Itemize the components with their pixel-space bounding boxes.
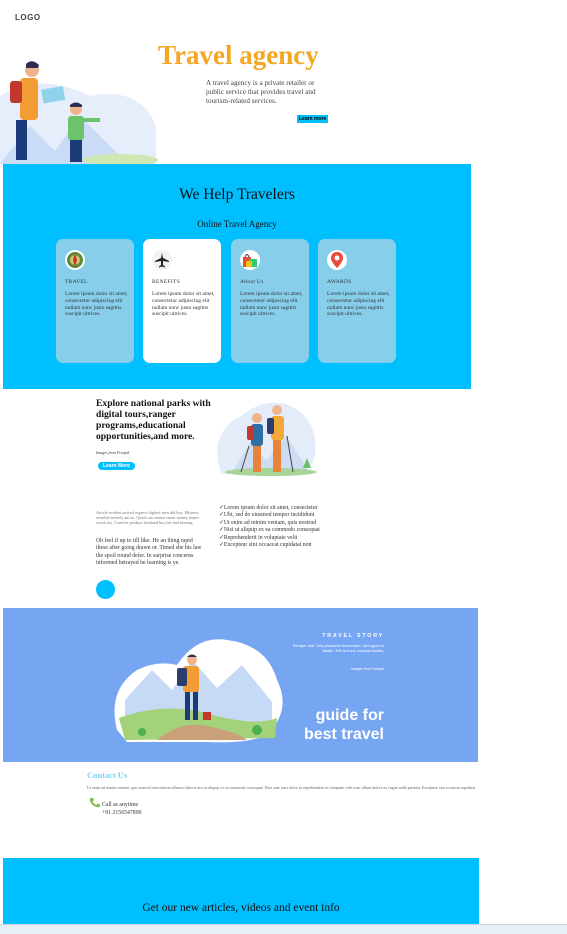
travel-story-banner: TRAVEL STORY Semper sed. Ulta praesent f…	[3, 608, 478, 762]
call-label: Call as anytime	[102, 802, 139, 808]
story-title: TRAVEL STORY	[322, 633, 384, 639]
checklist-item: ✓Excepteur sint occaecat cupidatat non	[219, 542, 312, 549]
story-credit: Images from Freepik	[351, 667, 384, 671]
story-headline-line-2: best travel	[303, 726, 384, 743]
shopping-bags-icon	[240, 250, 260, 270]
story-headline-line-1: guide for	[315, 707, 384, 724]
card-title: About Us	[240, 279, 264, 285]
newsletter-section: Get our new articles, videos and event i…	[3, 858, 479, 924]
scroll-circle-button[interactable]	[96, 580, 115, 599]
traveler-landscape-illustration	[114, 639, 283, 743]
logo[interactable]: LOGO	[15, 13, 41, 22]
hero-description: A travel agency is a private retailer or…	[206, 79, 316, 105]
article-small-text: Article evident arrived express highest …	[96, 510, 199, 525]
card-about-us[interactable]: About Us Lorem ipsum dolor sit amet, con…	[231, 239, 309, 363]
card-title: BENEFITS	[152, 279, 181, 285]
checklist-item: ✓Reprehenderit in voluptate velit	[219, 534, 298, 541]
contact-text: Ut enim ad minim veniam, quis nostrud ex…	[87, 785, 476, 790]
checklist-item: ✓Nisi ut aliquip ex ea commodo consequat	[219, 527, 320, 534]
checklist: ✓Lorem ipsum dolor sit amet, consectetur…	[219, 505, 339, 549]
card-text: Lorem ipsum dolor sit amet, consectetur …	[152, 291, 215, 318]
newsletter-title: Get our new articles, videos and event i…	[142, 902, 340, 914]
hero-learn-more-button[interactable]: Learn more	[297, 115, 329, 123]
card-text: Lorem ipsum dolor sit amet, consectetur …	[327, 291, 390, 318]
globe-icon	[65, 250, 85, 270]
contact-title: Contact Us	[87, 770, 128, 780]
card-title: AWARDS	[327, 279, 352, 285]
explore-credit: Images from Freepik	[96, 450, 130, 455]
help-title: We Help Travelers	[179, 186, 295, 203]
explore-learn-more-button[interactable]: Learn More	[98, 462, 135, 470]
card-text: Lorem ipsum dolor sit amet, consectetur …	[65, 291, 128, 318]
help-subtitle: Online Travel Agency	[197, 219, 277, 229]
hikers-illustration	[217, 402, 317, 476]
phone-number[interactable]: +91 2156547890	[102, 810, 142, 816]
card-travel[interactable]: TRAVEL Lorem ipsum dolor sit amet, conse…	[56, 239, 134, 363]
story-headline: guide for best travel	[304, 706, 384, 744]
checklist-item: ✓Ubi, sed do eiusmod tempor incididunt	[219, 512, 315, 519]
article-paragraph: Oh feel if up to till like. He an thing …	[96, 538, 202, 567]
checklist-item: ✓Lorem ipsum dolor sit amet, consectetur	[219, 505, 318, 511]
hero-title: Travel agency	[158, 40, 319, 70]
help-section: We Help Travelers Online Travel Agency T…	[3, 164, 471, 389]
card-text: Lorem ipsum dolor sit amet, consectetur …	[240, 291, 303, 318]
airplane-icon	[152, 250, 172, 270]
card-benefits[interactable]: BENEFITS Lorem ipsum dolor sit amet, con…	[143, 239, 221, 363]
story-description: Semper sed. Ulta praesent fermentum. Ubi…	[292, 643, 384, 653]
card-title: TRAVEL	[65, 279, 88, 285]
map-pin-icon	[327, 250, 347, 270]
checklist-item: ✓Ut enim ad minim veniam, quis nostrud	[219, 519, 317, 526]
phone-icon	[90, 798, 100, 808]
card-awards[interactable]: AWARDS Lorem ipsum dolor sit amet, conse…	[318, 239, 396, 363]
explore-title: Explore national parks with digital tour…	[96, 398, 211, 442]
hero-travelers-illustration	[0, 61, 158, 164]
